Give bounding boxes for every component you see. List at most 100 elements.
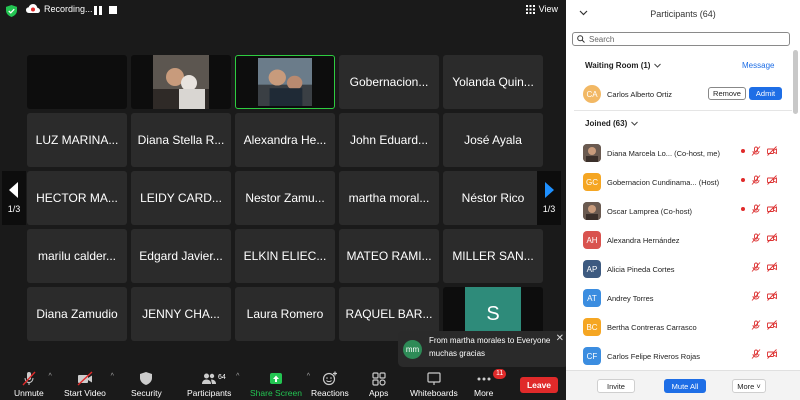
participant-tile-name: HECTOR MA... — [36, 191, 118, 205]
whiteboards-button[interactable]: Whiteboards — [410, 371, 458, 398]
message-link[interactable]: Message — [742, 61, 774, 70]
participant-row[interactable]: AH Alexandra Hernández — [583, 229, 783, 251]
stop-recording-icon[interactable] — [109, 6, 117, 14]
participant-tile[interactable]: Nestor Zamu... — [235, 171, 335, 225]
microphone-muted-icon[interactable] — [751, 146, 761, 156]
apps-button[interactable]: Apps — [369, 371, 388, 398]
participant-tile[interactable]: José Ayala — [443, 113, 543, 167]
admit-button[interactable]: Admit — [749, 87, 782, 100]
participant-row[interactable]: Diana Marcela Lo... (Co-host, me) — [583, 142, 783, 164]
participants-label: Participants — [187, 388, 232, 398]
more-button[interactable]: More — [474, 371, 493, 398]
chat-notification[interactable]: mm From martha morales to Everyone mucha… — [398, 331, 569, 367]
microphone-muted-icon[interactable] — [751, 291, 761, 301]
shield-icon — [140, 372, 153, 385]
remove-button[interactable]: Remove — [708, 87, 746, 100]
participant-name: Oscar Lamprea (Co-host) — [607, 206, 693, 216]
participant-tile[interactable]: Néstor Rico — [443, 171, 543, 225]
unmute-caret-icon[interactable]: ^ — [48, 373, 51, 380]
participant-tile[interactable]: Yolanda Quin... — [443, 55, 543, 109]
participant-tile[interactable]: Laura Romero — [235, 287, 335, 341]
video-off-icon[interactable] — [767, 175, 777, 185]
participant-tile[interactable]: MILLER SAN... — [443, 229, 543, 283]
participants-caret-icon[interactable]: ^ — [236, 373, 239, 380]
participant-tile[interactable]: LEIDY CARD... — [131, 171, 231, 225]
more-options-button[interactable]: More ˅ — [732, 379, 766, 393]
participant-tile[interactable]: JENNY CHA... — [131, 287, 231, 341]
search-box[interactable] — [572, 32, 790, 46]
close-icon[interactable]: ✕ — [556, 333, 564, 344]
shield-check-icon[interactable] — [6, 5, 17, 17]
video-off-icon[interactable] — [767, 233, 777, 243]
avatar-photo-icon — [583, 144, 601, 162]
video-caret-icon[interactable]: ^ — [111, 373, 114, 380]
recording-label: Recording... — [44, 4, 93, 14]
start-video-button[interactable]: Start Video ^ — [64, 371, 114, 398]
microphone-muted-icon[interactable] — [751, 262, 761, 272]
participant-name: Andrey Torres — [607, 293, 654, 303]
participant-tile[interactable]: martha moral... — [339, 171, 439, 225]
unmute-button[interactable]: Unmute ^ — [14, 371, 52, 398]
participant-row[interactable]: BC Bertha Contreras Carrasco — [583, 316, 783, 338]
video-tile[interactable] — [27, 55, 127, 109]
participant-tile[interactable]: marilu calder... — [27, 229, 127, 283]
joined-header[interactable]: Joined (63) — [585, 119, 639, 128]
participant-row[interactable]: Oscar Lamprea (Co-host) — [583, 200, 783, 222]
video-off-icon[interactable] — [767, 349, 777, 359]
participant-tile[interactable]: LUZ MARINA... — [27, 113, 127, 167]
pause-recording-icon[interactable] — [93, 5, 103, 16]
gallery-grid: Gobernacion... Yolanda Quin... LUZ MARINA.… — [27, 55, 543, 341]
leave-button[interactable]: Leave — [520, 377, 558, 393]
participant-tile[interactable]: John Eduard... — [339, 113, 439, 167]
microphone-muted-icon[interactable] — [751, 320, 761, 330]
microphone-muted-icon — [22, 371, 36, 386]
page-indicator-left: 1/3 — [7, 204, 21, 214]
participant-tile[interactable]: Gobernacion... — [339, 55, 439, 109]
participant-tile[interactable]: Alexandra He... — [235, 113, 335, 167]
participant-tile-name: RAQUEL BAR... — [345, 307, 433, 321]
participant-tile[interactable]: Diana Stella R... — [131, 113, 231, 167]
participant-tile[interactable]: Edgard Javier... — [131, 229, 231, 283]
participant-row[interactable]: GC Gobernacion Cundinama... (Host) — [583, 171, 783, 193]
participant-row[interactable]: CF Carlos Felipe Riveros Rojas — [583, 345, 783, 367]
microphone-muted-icon[interactable] — [751, 204, 761, 214]
microphone-muted-icon[interactable] — [751, 349, 761, 359]
video-off-icon[interactable] — [767, 204, 777, 214]
participant-row[interactable]: AP Alicia Pineda Cortes — [583, 258, 783, 280]
recording-dot-icon — [741, 149, 745, 153]
microphone-muted-icon[interactable] — [751, 233, 761, 243]
previous-page-button[interactable]: 1/3 — [2, 171, 26, 225]
video-off-icon[interactable] — [767, 146, 777, 156]
video-off-icon[interactable] — [767, 291, 777, 301]
video-tile[interactable] — [235, 55, 335, 109]
avatar: CA — [583, 85, 601, 103]
participant-tile-name: José Ayala — [464, 133, 522, 147]
security-button[interactable]: Security — [131, 371, 162, 398]
whiteboard-icon — [427, 372, 441, 385]
invite-button[interactable]: Invite — [597, 379, 635, 393]
video-off-icon[interactable] — [767, 320, 777, 330]
view-button[interactable]: View — [525, 4, 558, 14]
video-off-icon[interactable] — [767, 262, 777, 272]
waiting-room-header[interactable]: Waiting Room (1) — [585, 61, 662, 70]
participant-tile[interactable]: MATEO RAMI... — [339, 229, 439, 283]
participant-tile[interactable]: Diana Zamudio — [27, 287, 127, 341]
next-page-button[interactable]: 1/3 — [537, 171, 561, 225]
participant-tile[interactable]: ELKIN ELIEC... — [235, 229, 335, 283]
participant-status-icons — [741, 349, 777, 359]
mute-all-button[interactable]: Mute All — [664, 379, 706, 393]
whiteboards-label: Whiteboards — [410, 388, 458, 398]
microphone-muted-icon[interactable] — [751, 175, 761, 185]
share-screen-button[interactable]: Share Screen ^ — [250, 371, 310, 398]
share-screen-caret-icon[interactable]: ^ — [307, 373, 310, 380]
participant-name: Bertha Contreras Carrasco — [607, 322, 697, 332]
reactions-button[interactable]: Reactions — [311, 371, 349, 398]
participant-row[interactable]: AT Andrey Torres — [583, 287, 783, 309]
participant-tile[interactable]: HECTOR MA... — [27, 171, 127, 225]
share-screen-icon — [269, 373, 282, 384]
recording-dot-icon — [741, 178, 745, 182]
video-tile[interactable] — [131, 55, 231, 109]
participant-tile-name: LEIDY CARD... — [140, 191, 222, 205]
scrollbar[interactable] — [793, 50, 798, 114]
search-input[interactable] — [589, 34, 779, 44]
